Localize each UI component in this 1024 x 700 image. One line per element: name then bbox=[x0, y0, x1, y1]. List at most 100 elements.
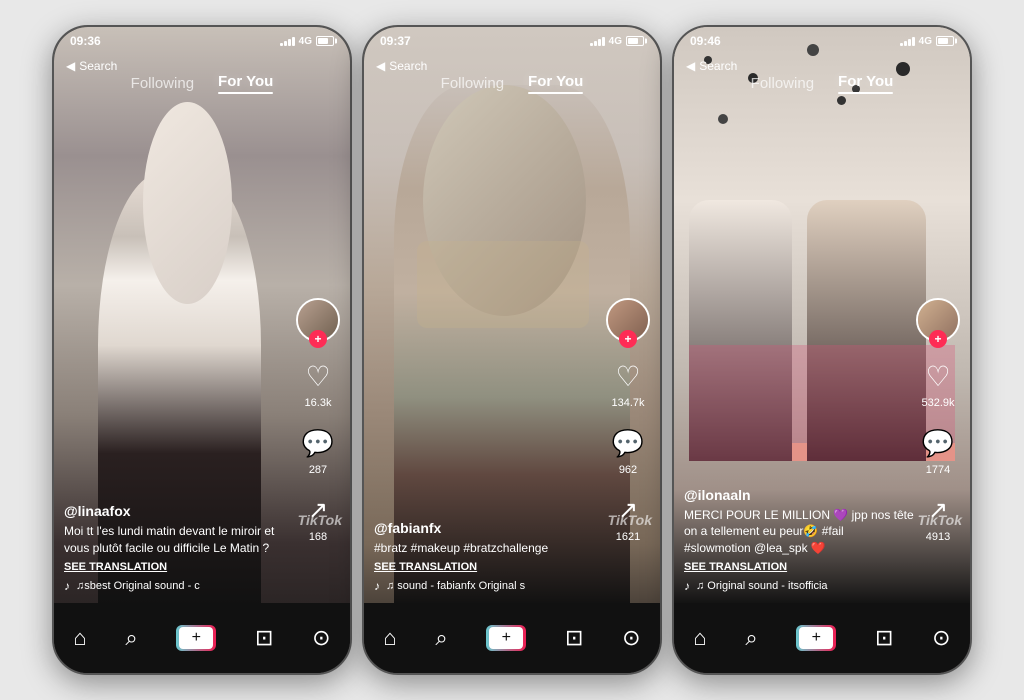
comment-count-3: 1774 bbox=[926, 464, 950, 476]
nav-inbox-1[interactable]: ⊡ bbox=[255, 625, 273, 651]
search-text-3: ◀ Search bbox=[686, 59, 737, 73]
share-button-2[interactable]: ↗ 1621 bbox=[610, 492, 646, 543]
username-3: @ilonaaln bbox=[684, 487, 915, 503]
username-2: @fabianfx bbox=[374, 520, 605, 536]
tab-foryou-2[interactable]: For You bbox=[528, 73, 583, 94]
like-button-3[interactable]: ♡ 532.9k bbox=[920, 358, 956, 409]
see-translation-3[interactable]: SEE TRANSLATION bbox=[684, 561, 915, 573]
action-buttons-3: + ♡ 532.9k 💬 1774 ↗ 4913 bbox=[916, 298, 960, 543]
search-icon-1: ⌕ bbox=[125, 625, 137, 651]
nav-home-2[interactable]: ⌂ bbox=[383, 625, 396, 651]
follow-button-2[interactable]: + bbox=[619, 330, 637, 348]
nav-tabs-2: Following For You bbox=[364, 73, 660, 94]
sound-text-1: ♫sbest Original sound - c bbox=[76, 580, 200, 592]
follow-button-1[interactable]: + bbox=[309, 330, 327, 348]
like-button-2[interactable]: ♡ 134.7k bbox=[610, 358, 646, 409]
music-note-1: ♪ bbox=[64, 579, 70, 593]
tab-foryou-3[interactable]: For You bbox=[838, 73, 893, 94]
comment-icon-1: 💬 bbox=[302, 428, 334, 459]
nav-search-3[interactable]: ⌕ bbox=[745, 625, 757, 651]
phone-1-screen: 09:36 4G ◀ Search F bbox=[54, 27, 350, 673]
phone-3: 09:46 4G ◀ Search F bbox=[672, 25, 972, 675]
inbox-icon-1: ⊡ bbox=[255, 625, 273, 651]
creator-avatar-3[interactable]: + bbox=[916, 298, 960, 342]
status-bar-3: 09:46 4G bbox=[674, 27, 970, 55]
nav-create-3[interactable]: + bbox=[796, 625, 836, 651]
creator-avatar-2[interactable]: + bbox=[606, 298, 650, 342]
comment-icon-2: 💬 bbox=[612, 428, 644, 459]
creator-avatar-1[interactable]: + bbox=[296, 298, 340, 342]
share-count-2: 1621 bbox=[616, 531, 640, 543]
comment-icon-3: 💬 bbox=[922, 428, 954, 459]
comment-count-2: 962 bbox=[619, 464, 637, 476]
comment-button-1[interactable]: 💬 287 bbox=[300, 425, 336, 476]
nav-profile-2[interactable]: ⊙ bbox=[622, 625, 640, 651]
like-button-1[interactable]: ♡ 16.3k bbox=[300, 358, 336, 409]
status-time-1: 09:36 bbox=[70, 34, 101, 48]
like-count-3: 532.9k bbox=[921, 397, 954, 409]
nav-profile-1[interactable]: ⊙ bbox=[312, 625, 330, 651]
battery-3 bbox=[936, 36, 954, 46]
signal-bars-3 bbox=[900, 36, 915, 46]
nav-inbox-3[interactable]: ⊡ bbox=[875, 625, 893, 651]
search-icon-2: ⌕ bbox=[435, 625, 447, 651]
profile-icon-3: ⊙ bbox=[932, 625, 950, 651]
sound-text-3: ♫ Original sound - itsofficia bbox=[696, 580, 828, 592]
battery-2 bbox=[626, 36, 644, 46]
nav-tabs-1: Following For You bbox=[54, 73, 350, 94]
username-1: @linaafox bbox=[64, 503, 295, 519]
nav-home-1[interactable]: ⌂ bbox=[73, 625, 86, 651]
nav-home-3[interactable]: ⌂ bbox=[693, 625, 706, 651]
status-time-3: 09:46 bbox=[690, 34, 721, 48]
share-count-1: 168 bbox=[309, 531, 327, 543]
nav-profile-3[interactable]: ⊙ bbox=[932, 625, 950, 651]
share-button-1[interactable]: ↗ 168 bbox=[300, 492, 336, 543]
heart-icon-2: ♡ bbox=[615, 360, 640, 393]
home-icon-2: ⌂ bbox=[383, 625, 396, 651]
bottom-nav-2: ⌂ ⌕ + ⊡ ⊙ bbox=[364, 603, 660, 673]
nav-search-2[interactable]: ⌕ bbox=[435, 625, 447, 651]
signal-bars-2 bbox=[590, 36, 605, 46]
bottom-overlay-3: @ilonaaln MERCI POUR LE MILLION 💜 jpp no… bbox=[684, 487, 915, 593]
nav-create-1[interactable]: + bbox=[176, 625, 216, 651]
battery-1 bbox=[316, 36, 334, 46]
comment-button-3[interactable]: 💬 1774 bbox=[920, 425, 956, 476]
home-icon-1: ⌂ bbox=[73, 625, 86, 651]
follow-button-3[interactable]: + bbox=[929, 330, 947, 348]
share-button-3[interactable]: ↗ 4913 bbox=[920, 492, 956, 543]
sound-bar-2: ♪ ♫ sound - fabianfx Original s bbox=[374, 579, 605, 593]
tab-following-2[interactable]: Following bbox=[441, 75, 504, 92]
status-bar-2: 09:37 4G bbox=[364, 27, 660, 55]
profile-icon-2: ⊙ bbox=[622, 625, 640, 651]
caption-3: MERCI POUR LE MILLION 💜 jpp nos tête on … bbox=[684, 507, 915, 557]
music-note-2: ♪ bbox=[374, 579, 380, 593]
action-buttons-2: + ♡ 134.7k 💬 962 ↗ 1621 bbox=[606, 298, 650, 543]
inbox-icon-2: ⊡ bbox=[565, 625, 583, 651]
inbox-icon-3: ⊡ bbox=[875, 625, 893, 651]
like-count-1: 16.3k bbox=[305, 397, 332, 409]
sound-bar-1: ♪ ♫sbest Original sound - c bbox=[64, 579, 295, 593]
sound-bar-3: ♪ ♫ Original sound - itsofficia bbox=[684, 579, 915, 593]
tab-foryou-1[interactable]: For You bbox=[218, 73, 273, 94]
share-icon-2: ↗ bbox=[618, 496, 638, 525]
phone-2: 09:37 4G ◀ Search F bbox=[362, 25, 662, 675]
action-buttons-1: + ♡ 16.3k 💬 287 ↗ 168 bbox=[296, 298, 340, 543]
status-bar-1: 09:36 4G bbox=[54, 27, 350, 55]
profile-icon-1: ⊙ bbox=[312, 625, 330, 651]
bottom-nav-3: ⌂ ⌕ + ⊡ ⊙ bbox=[674, 603, 970, 673]
nav-create-2[interactable]: + bbox=[486, 625, 526, 651]
nav-search-1[interactable]: ⌕ bbox=[125, 625, 137, 651]
search-text-2: ◀ Search bbox=[376, 59, 427, 73]
sound-text-2: ♫ sound - fabianfx Original s bbox=[386, 580, 525, 592]
nav-inbox-2[interactable]: ⊡ bbox=[565, 625, 583, 651]
tab-following-1[interactable]: Following bbox=[131, 75, 194, 92]
status-icons-1: 4G bbox=[280, 36, 334, 47]
network-type-1: 4G bbox=[299, 36, 312, 47]
comment-button-2[interactable]: 💬 962 bbox=[610, 425, 646, 476]
tab-following-3[interactable]: Following bbox=[751, 75, 814, 92]
search-text-1: ◀ Search bbox=[66, 59, 117, 73]
share-count-3: 4913 bbox=[926, 531, 950, 543]
see-translation-1[interactable]: SEE TRANSLATION bbox=[64, 561, 295, 573]
see-translation-2[interactable]: SEE TRANSLATION bbox=[374, 561, 605, 573]
heart-icon-1: ♡ bbox=[305, 360, 330, 393]
